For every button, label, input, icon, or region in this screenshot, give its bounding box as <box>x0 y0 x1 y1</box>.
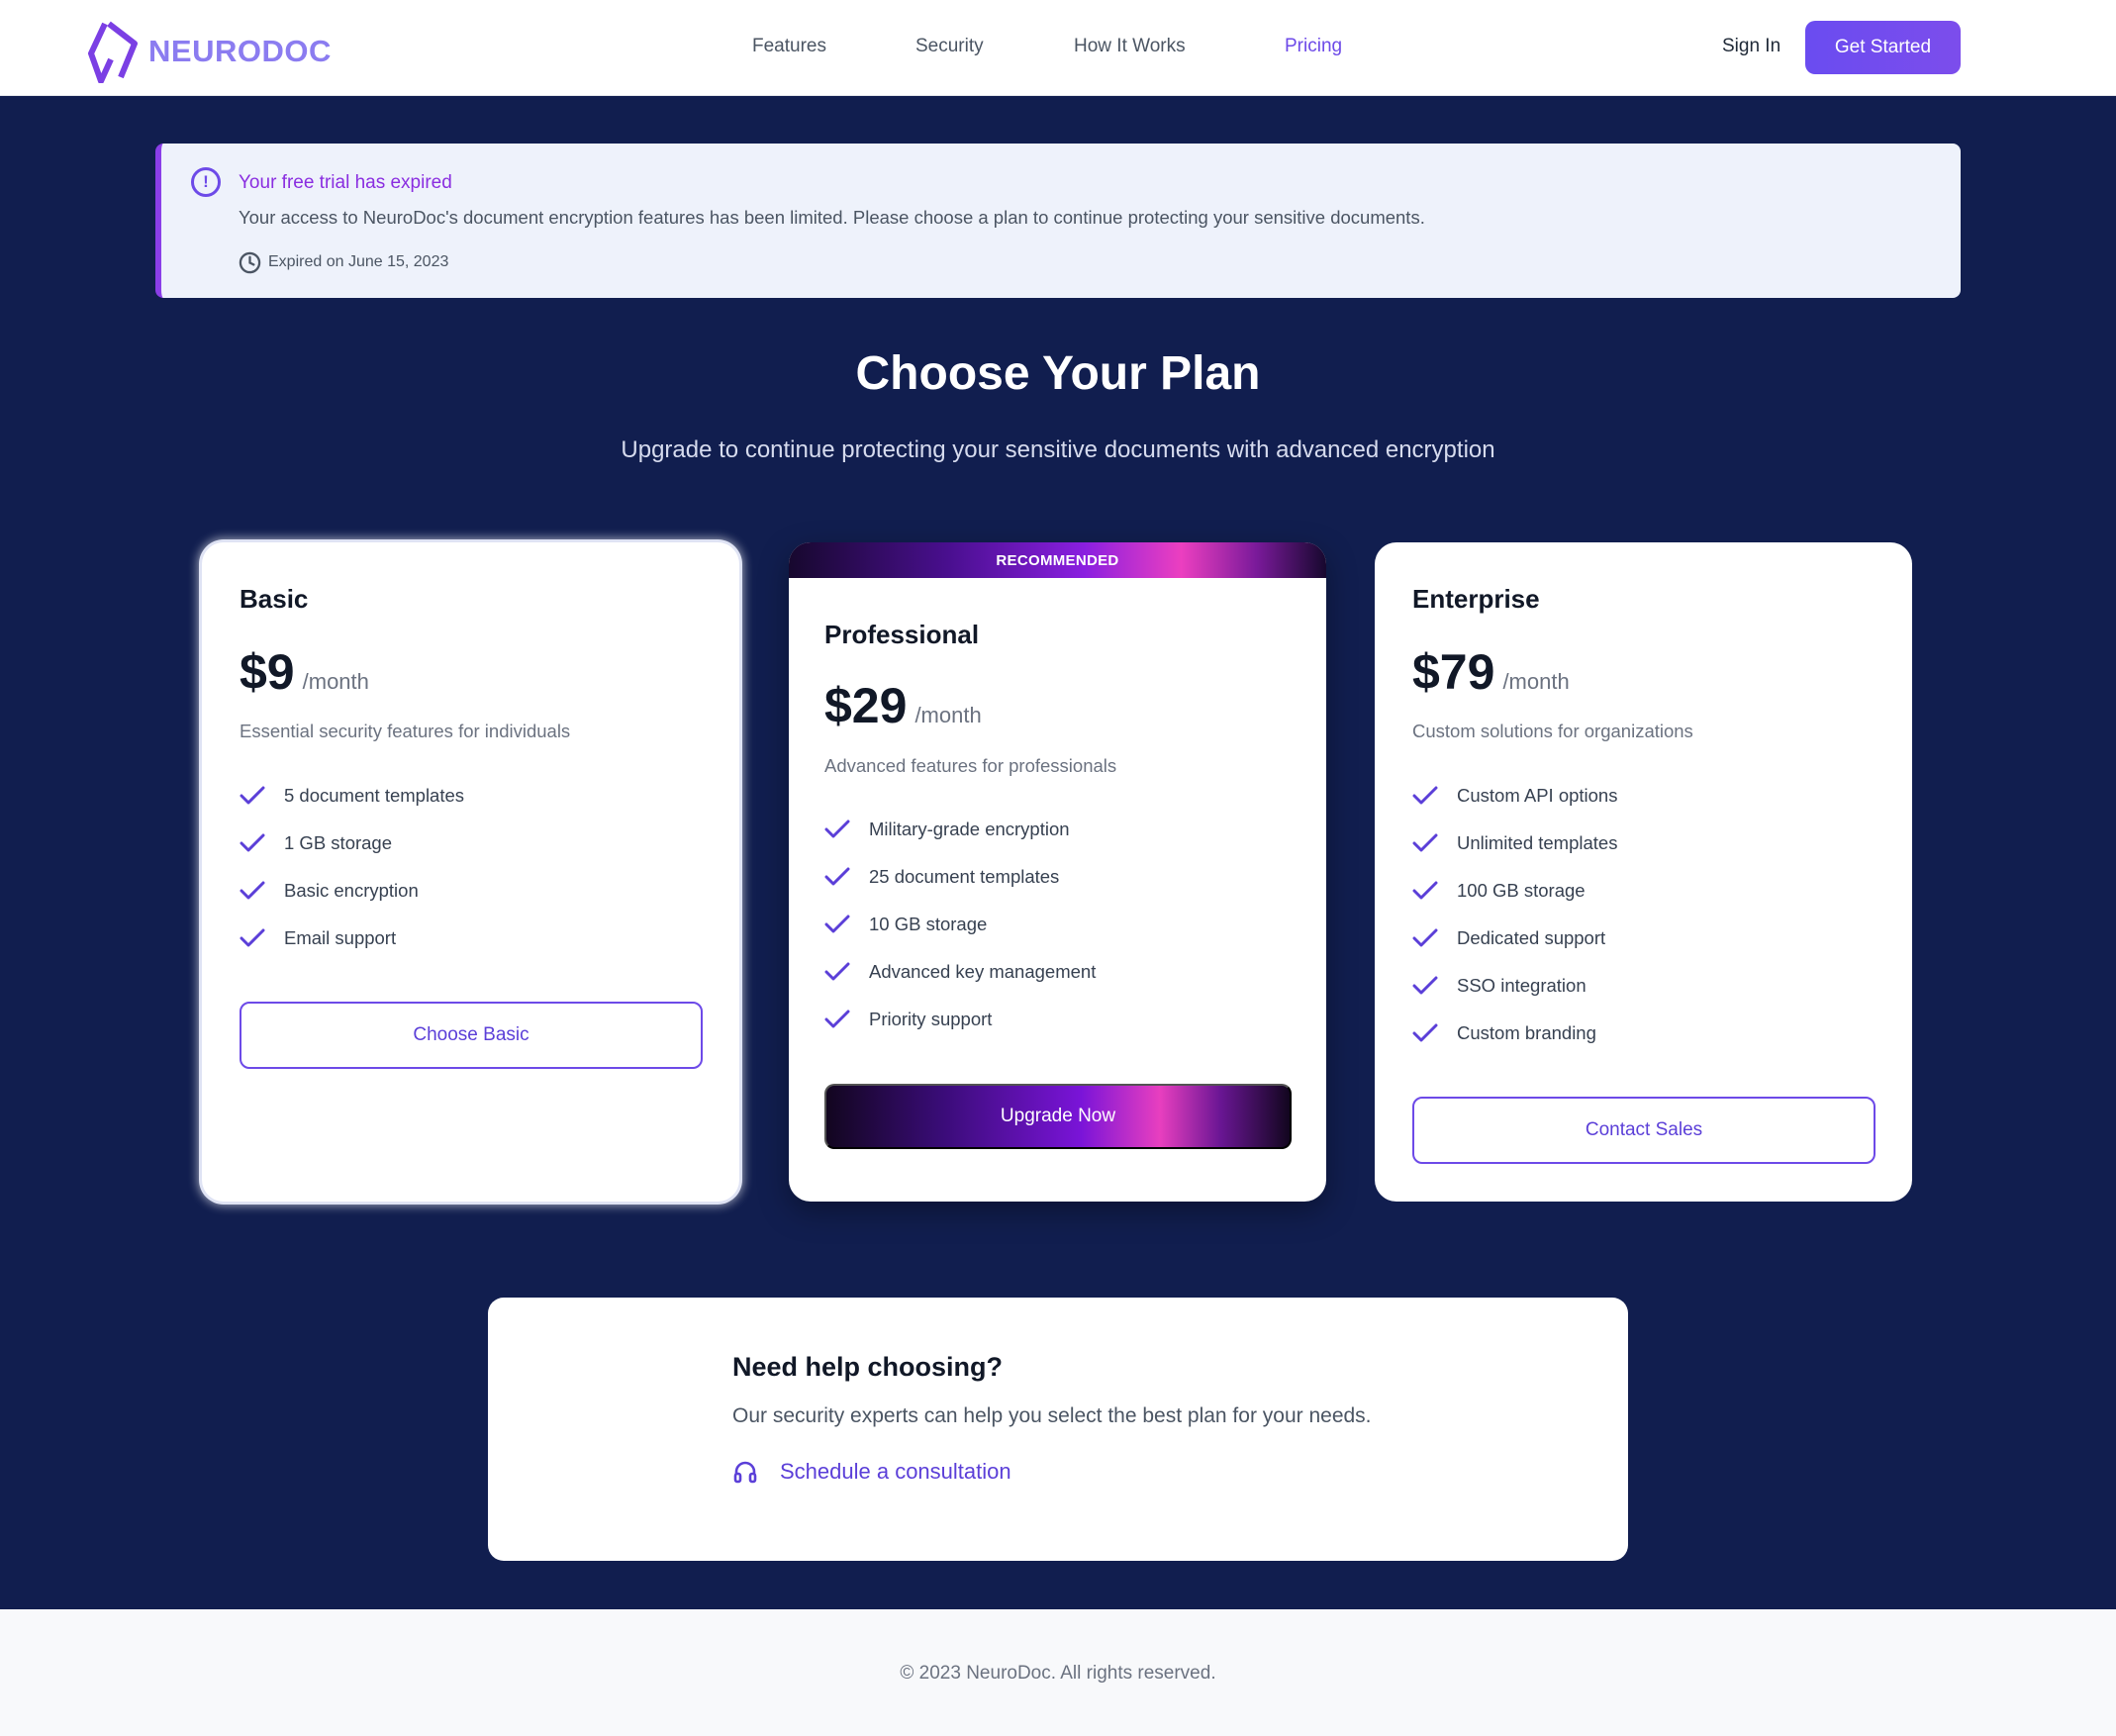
plan-card-basic: Basic $9 /month Essential security featu… <box>202 542 739 1202</box>
check-icon <box>1412 833 1438 852</box>
check-icon <box>824 962 850 981</box>
nav-how-it-works[interactable]: How It Works <box>1074 36 1186 57</box>
logo-icon <box>88 21 138 83</box>
feature-item: Advanced key management <box>824 948 1096 996</box>
recommended-badge: RECOMMENDED <box>789 542 1326 578</box>
plan-name: Professional <box>824 620 980 649</box>
price-amount: $9 <box>240 644 295 700</box>
check-icon <box>1412 976 1438 995</box>
feature-item: 5 document templates <box>240 772 464 820</box>
clock-icon <box>239 251 261 274</box>
check-icon <box>824 867 850 886</box>
check-icon <box>824 915 850 933</box>
nav-features[interactable]: Features <box>752 36 826 57</box>
plan-price: $9 /month <box>240 643 369 701</box>
plan-price: $79 /month <box>1412 643 1570 701</box>
check-icon <box>824 820 850 838</box>
trial-expired-banner: ! Your free trial has expired Your acces… <box>155 144 1961 298</box>
plan-card-enterprise: Enterprise $79 /month Custom solutions f… <box>1375 542 1912 1202</box>
feature-item: 10 GB storage <box>824 901 1096 948</box>
feature-item: 25 document templates <box>824 853 1096 901</box>
site-header: NEURODOC Features Security How It Works … <box>0 0 2116 96</box>
site-footer: © 2023 NeuroDoc. All rights reserved. <box>0 1609 2116 1736</box>
banner-title: Your free trial has expired <box>239 172 452 193</box>
feature-item: Unlimited templates <box>1412 820 1617 867</box>
feature-item: Military-grade encryption <box>824 806 1096 853</box>
feature-item: Priority support <box>824 996 1096 1043</box>
get-started-button[interactable]: Get Started <box>1805 21 1961 74</box>
plan-description: Essential security features for individu… <box>240 721 571 741</box>
help-text: Our security experts can help you select… <box>732 1404 1372 1427</box>
schedule-consultation-link[interactable]: Schedule a consultation <box>732 1459 1011 1485</box>
help-title: Need help choosing? <box>732 1352 1004 1382</box>
banner-message: Your access to NeuroDoc's document encry… <box>239 207 1425 228</box>
page-subtitle: Upgrade to continue protecting your sens… <box>621 436 1495 463</box>
feature-list: Custom API options Unlimited templates 1… <box>1412 772 1617 1057</box>
help-panel: Need help choosing? Our security experts… <box>488 1298 1628 1561</box>
sign-in-link[interactable]: Sign In <box>1722 36 1780 57</box>
expired-date: Expired on June 15, 2023 <box>268 253 449 270</box>
check-icon <box>240 881 265 900</box>
footer-copyright: © 2023 NeuroDoc. All rights reserved. <box>900 1663 1216 1684</box>
check-icon <box>240 928 265 947</box>
price-amount: $79 <box>1412 644 1495 700</box>
check-icon <box>824 1010 850 1028</box>
feature-item: Email support <box>240 915 464 962</box>
plan-card-professional: RECOMMENDED Professional $29 /month Adva… <box>789 542 1326 1202</box>
brand-name: NEURODOC <box>148 34 332 68</box>
contact-sales-button[interactable]: Contact Sales <box>1412 1097 1876 1164</box>
brand-logo[interactable]: NEURODOC <box>87 20 332 83</box>
feature-list: Military-grade encryption 25 document te… <box>824 806 1096 1043</box>
alert-circle-icon: ! <box>191 167 221 197</box>
check-icon <box>1412 786 1438 805</box>
feature-item: Custom branding <box>1412 1010 1617 1057</box>
nav-pricing[interactable]: Pricing <box>1285 36 1342 57</box>
feature-item: Basic encryption <box>240 867 464 915</box>
price-period: /month <box>1502 669 1570 694</box>
schedule-consultation-label: Schedule a consultation <box>780 1459 1011 1484</box>
check-icon <box>240 786 265 805</box>
feature-item: Custom API options <box>1412 772 1617 820</box>
check-icon <box>240 833 265 852</box>
plan-price: $29 /month <box>824 677 982 734</box>
plan-description: Advanced features for professionals <box>824 755 1117 776</box>
headset-icon <box>733 1461 757 1484</box>
page-title: Choose Your Plan <box>855 347 1261 400</box>
plan-name: Basic <box>240 584 309 614</box>
feature-item: SSO integration <box>1412 962 1617 1010</box>
choose-basic-button[interactable]: Choose Basic <box>240 1002 703 1069</box>
plan-description: Custom solutions for organizations <box>1412 721 1693 741</box>
plan-name: Enterprise <box>1412 584 1540 614</box>
price-amount: $29 <box>824 678 908 733</box>
feature-item: 1 GB storage <box>240 820 464 867</box>
check-icon <box>1412 881 1438 900</box>
feature-item: Dedicated support <box>1412 915 1617 962</box>
upgrade-now-button[interactable]: Upgrade Now <box>824 1084 1292 1149</box>
nav-security[interactable]: Security <box>915 36 984 57</box>
price-period: /month <box>302 669 369 694</box>
check-icon <box>1412 1023 1438 1042</box>
check-icon <box>1412 928 1438 947</box>
feature-item: 100 GB storage <box>1412 867 1617 915</box>
feature-list: 5 document templates 1 GB storage Basic … <box>240 772 464 962</box>
price-period: /month <box>914 703 982 727</box>
